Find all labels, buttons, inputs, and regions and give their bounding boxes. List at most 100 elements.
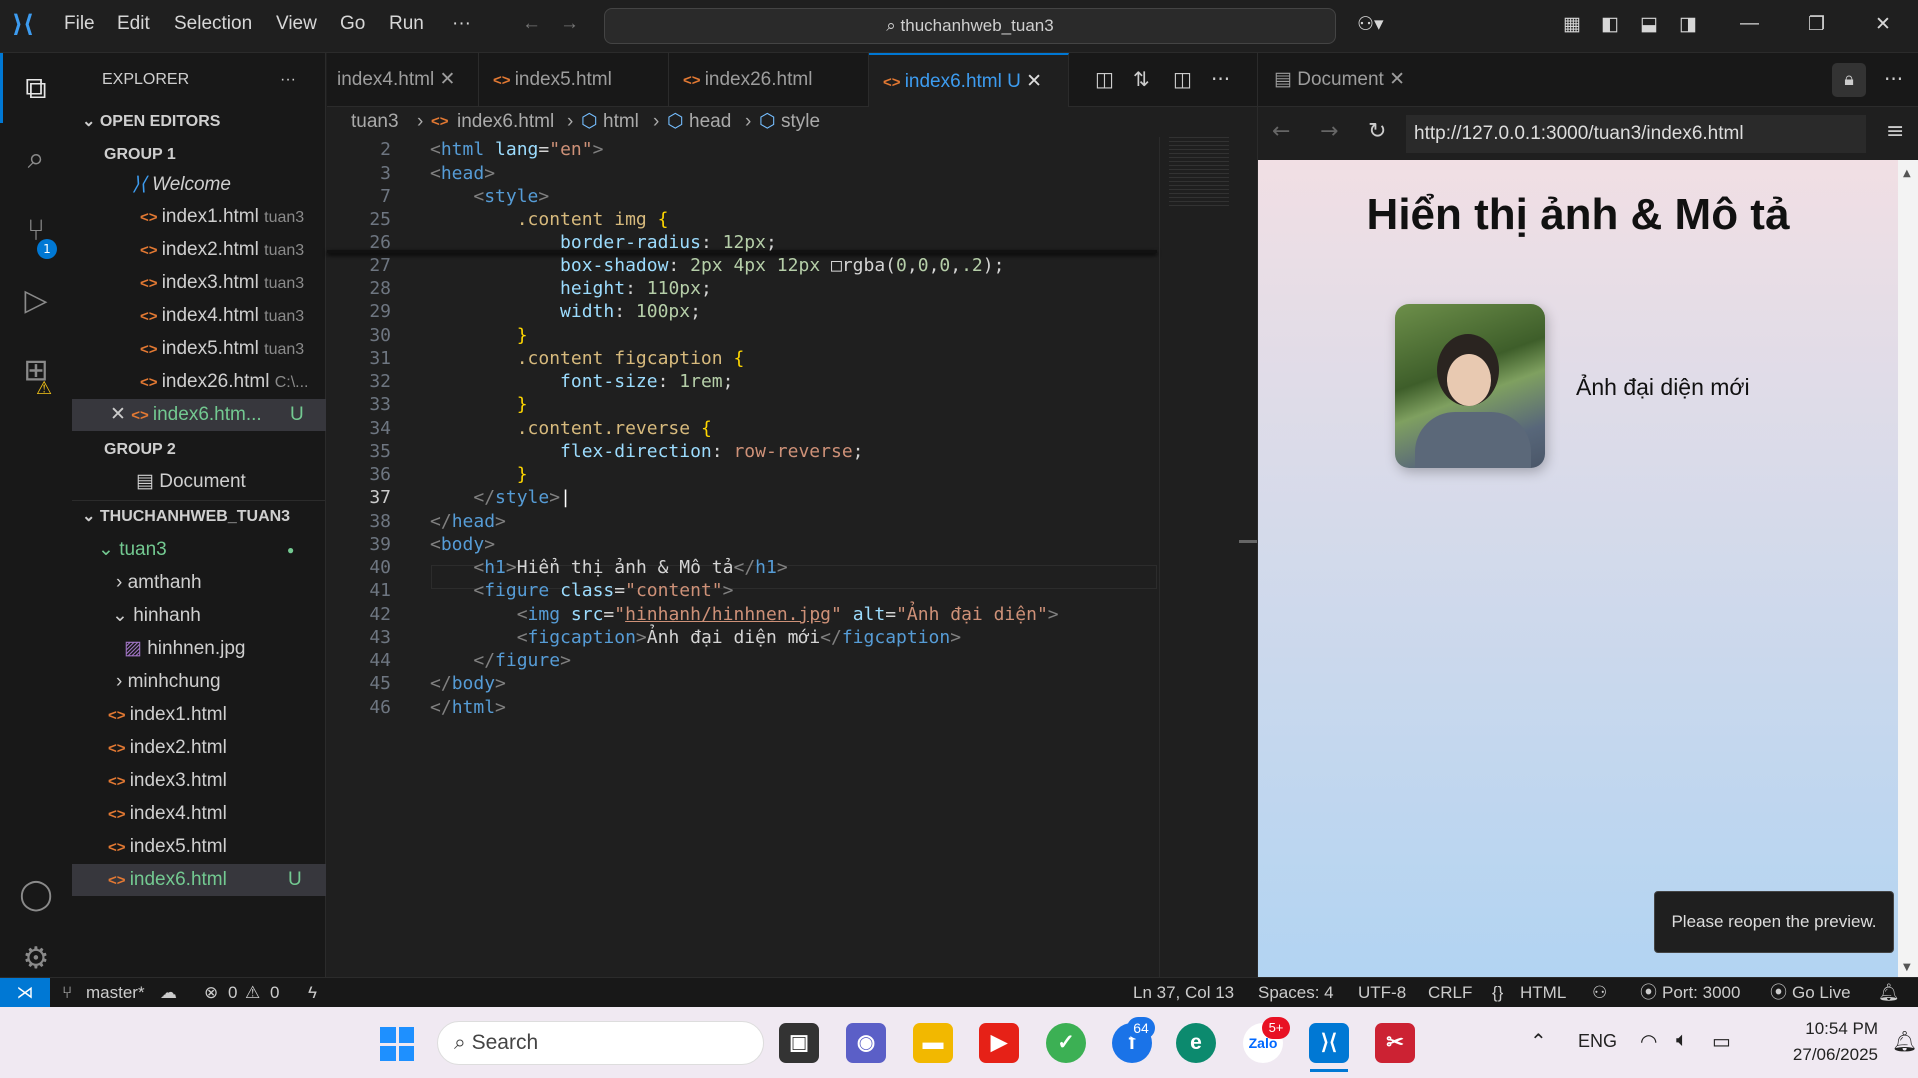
menu-run[interactable]: Run xyxy=(389,13,424,35)
back-arrow-icon[interactable]: ← xyxy=(1272,119,1290,144)
task-view-icon[interactable]: ▣ xyxy=(779,1023,819,1063)
notifications-bell-icon[interactable]: 🔔︎ xyxy=(1892,1029,1917,1054)
volume-mute-icon[interactable]: 🔈︎ xyxy=(1676,1029,1688,1052)
close-icon[interactable]: ✕ xyxy=(439,69,455,90)
tree-file-selected[interactable]: <> index6.html U xyxy=(72,864,326,896)
scroll-up-icon[interactable]: ▲ xyxy=(1903,168,1911,179)
close-icon[interactable]: ✕ xyxy=(1389,69,1405,90)
cursor-position[interactable]: Ln 37, Col 13 xyxy=(1133,978,1234,1008)
forward-arrow-icon[interactable]: → xyxy=(1320,119,1338,144)
more-actions-icon[interactable]: ··· xyxy=(280,53,296,107)
folder-amthanh[interactable]: › amthanh xyxy=(72,567,326,599)
lightning-icon[interactable]: ϟ xyxy=(308,978,317,1008)
scrollbar-thumb[interactable] xyxy=(1239,540,1257,543)
back-arrow-icon[interactable]: ← xyxy=(522,13,541,35)
open-editors-header[interactable]: ⌄ OPEN EDITORS xyxy=(72,106,326,138)
settings-gear-icon[interactable]: ⚙ xyxy=(14,937,58,981)
snipping-tool-icon[interactable]: ✂ xyxy=(1375,1023,1415,1063)
edge-icon[interactable]: e xyxy=(1176,1023,1216,1063)
open-editor-item[interactable]: <> index26.html C:\... xyxy=(72,366,326,398)
error-count[interactable]: 0 xyxy=(228,978,237,1008)
menu-edit[interactable]: Edit xyxy=(117,13,150,35)
live-server-port[interactable]: Port: 3000 xyxy=(1662,978,1740,1008)
menu-file[interactable]: File xyxy=(64,13,95,35)
remote-icon[interactable]: ⋊ xyxy=(0,978,50,1008)
encoding[interactable]: UTF-8 xyxy=(1358,978,1406,1008)
menu-view[interactable]: View xyxy=(276,13,317,35)
copilot-icon[interactable]: ⚇ xyxy=(1592,978,1607,1008)
toggle-panel-icon[interactable]: ⬓ xyxy=(1640,13,1658,36)
compare-changes-icon[interactable]: ⇅ xyxy=(1133,67,1150,91)
battery-icon[interactable]: ▭ xyxy=(1712,1029,1731,1054)
vscode-taskbar-icon[interactable]: ⟩⟨ xyxy=(1309,1023,1349,1063)
workspace-header[interactable]: ⌄ THUCHANHWEB_TUAN3 xyxy=(72,501,326,533)
go-live[interactable]: Go Live xyxy=(1792,978,1851,1008)
minimap[interactable] xyxy=(1169,137,1229,209)
tree-file[interactable]: <> index4.html xyxy=(72,798,326,830)
file-explorer-icon[interactable]: ▬ xyxy=(913,1023,953,1063)
close-icon[interactable]: ✕ xyxy=(1026,71,1042,92)
breadcrumb-tuan3[interactable]: tuan3 xyxy=(351,107,399,137)
split-editor-icon[interactable]: ◫ xyxy=(1173,67,1192,91)
language-mode[interactable]: HTML xyxy=(1520,978,1566,1008)
tree-file[interactable]: <> index2.html xyxy=(72,732,326,764)
explorer-icon[interactable]: ⧉ xyxy=(14,67,58,111)
reload-icon[interactable]: ↻ xyxy=(1368,119,1386,144)
teams-icon[interactable]: ◉ xyxy=(846,1023,886,1063)
notifications-bell-icon[interactable]: 🔔︎ xyxy=(1878,978,1900,1008)
folder-hinhanh[interactable]: ⌄ hinhanh xyxy=(72,600,326,632)
close-window-icon[interactable]: ✕ xyxy=(1875,13,1891,36)
indent-setting[interactable]: Spaces: 4 xyxy=(1258,978,1334,1008)
command-center-search[interactable]: ⌕ thuchanhweb_tuan3 xyxy=(604,8,1336,44)
windows-start-icon[interactable] xyxy=(380,1027,414,1061)
copilot-icon[interactable]: ⚇▾ xyxy=(1357,13,1384,36)
tab-index26[interactable]: <> index26.html xyxy=(669,53,869,107)
breadcrumb-file[interactable]: index6.html xyxy=(457,107,554,137)
toggle-secondary-sidebar-icon[interactable]: ◨ xyxy=(1679,13,1697,36)
clock-time[interactable]: 10:54 PM xyxy=(1778,1019,1878,1039)
taskbar-search[interactable]: ⌕ Search xyxy=(437,1021,764,1065)
run-debug-icon[interactable]: ▷ xyxy=(14,279,58,323)
open-editor-item[interactable]: <> index1.html tuan3 xyxy=(72,201,326,233)
tree-file[interactable]: <> index5.html xyxy=(72,831,326,863)
folder-minhchung[interactable]: › minhchung xyxy=(72,666,326,698)
code-editor[interactable]: 2 3 7 25 26 27 28 29 30 31 32 33 34 35 36 37 38 39 40 41 42 4… xyxy=(327,137,1257,977)
wifi-icon[interactable]: ◠ xyxy=(1640,1029,1657,1054)
minimize-icon[interactable]: — xyxy=(1740,13,1759,35)
forward-arrow-icon[interactable]: → xyxy=(560,13,579,35)
breadcrumb-html[interactable]: html xyxy=(603,107,639,137)
open-editor-item[interactable]: <> index3.html tuan3 xyxy=(72,267,326,299)
menu-go[interactable]: Go xyxy=(340,13,365,35)
open-editor-item[interactable]: <> index5.html tuan3 xyxy=(72,333,326,365)
restore-icon[interactable]: ❐ xyxy=(1808,13,1825,36)
open-editor-item[interactable]: <> index2.html tuan3 xyxy=(72,234,326,266)
branch-name[interactable]: master* xyxy=(86,978,145,1008)
account-icon[interactable]: ◯ xyxy=(14,873,58,917)
warning-count[interactable]: 0 xyxy=(270,978,279,1008)
input-language[interactable]: ENG xyxy=(1578,1031,1617,1052)
open-editor-welcome[interactable]: ⟩⟨ Welcome xyxy=(72,169,326,201)
close-icon[interactable]: ✕ xyxy=(110,404,131,425)
open-editor-item-active[interactable]: ✕ <> index6.htm... U xyxy=(72,399,326,431)
tab-document[interactable]: ▤ Document ✕ xyxy=(1258,53,1436,107)
tab-index6[interactable]: <> index6.html U ✕ xyxy=(869,53,1069,107)
toggle-sidebar-icon[interactable]: ◧ xyxy=(1601,13,1619,36)
breadcrumb-style[interactable]: style xyxy=(781,107,820,137)
url-input[interactable]: http://127.0.0.1:3000/tuan3/index6.html xyxy=(1406,115,1866,153)
tree-file[interactable]: <> index3.html xyxy=(72,765,326,797)
lock-icon[interactable]: 🔒︎ xyxy=(1832,63,1866,97)
tree-file[interactable]: <> index1.html xyxy=(72,699,326,731)
more-actions-icon[interactable]: ··· xyxy=(1884,67,1903,91)
sync-icon[interactable]: ☁ xyxy=(160,978,177,1008)
folder-tuan3[interactable]: ⌄ tuan3 ● xyxy=(72,534,326,566)
youtube-icon[interactable]: ▶ xyxy=(979,1023,1019,1063)
clock-date[interactable]: 27/06/2025 xyxy=(1762,1045,1878,1065)
breadcrumb-head[interactable]: head xyxy=(689,107,731,137)
scroll-down-icon[interactable]: ▼ xyxy=(1903,962,1911,973)
file-hinhnen[interactable]: ▨ hinhnen.jpg xyxy=(72,633,326,665)
tab-index4[interactable]: index4.html ✕ xyxy=(327,53,479,107)
search-icon[interactable]: ⌕ xyxy=(14,137,58,181)
menu-selection[interactable]: Selection xyxy=(174,13,252,35)
grammar-app-icon[interactable]: ✓ xyxy=(1046,1023,1086,1063)
more-actions-icon[interactable]: ··· xyxy=(1211,67,1230,91)
